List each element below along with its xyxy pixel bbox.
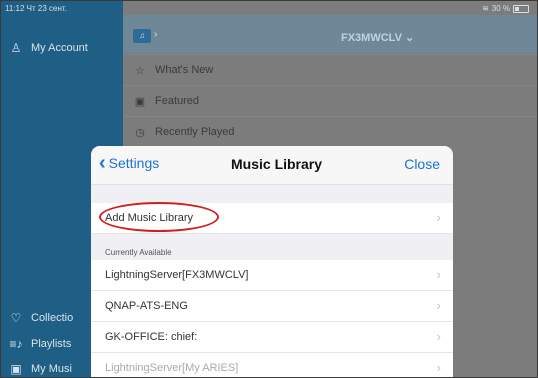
featured-icon: ▣ [134,96,146,108]
sidebar-item-label: My Account [31,42,88,54]
row-label: QNAP-ATS-ENG [105,300,188,312]
chevron-down-icon: ⌄ [404,32,415,44]
chevron-right-icon: › [436,210,441,225]
music-library-modal: ‹ Settings Music Library Close Add Music… [91,146,453,377]
modal-title: Music Library [231,156,323,172]
sidebar-item-label: Playlists [31,338,72,350]
status-bar: 11:12 Чт 23 сент. ≋ 30 % [1,1,537,15]
chevron-right-icon: › [436,329,441,344]
battery-icon [513,4,529,13]
sidebar-item-my-music[interactable]: ▣ My Musi [9,362,72,376]
sidebar-item-label: My Musi [31,363,72,375]
back-button[interactable]: ‹ Settings [99,152,159,174]
clock-icon: ◷ [135,127,145,139]
status-time: 11:12 Чт 23 сент. [5,4,67,13]
chevron-right-icon: › [436,298,441,313]
battery-percent: 30 % [491,4,510,13]
library-icon[interactable]: ♫ [133,29,151,43]
server-title[interactable]: FX3MWCLV ⌄ [341,31,414,44]
star-icon: ☆ [135,65,145,77]
library-row[interactable]: GK-OFFICE: chief: › [91,322,453,353]
person-icon: ♙ [10,41,22,55]
chevron-right-icon: › [436,360,441,375]
chevron-right-icon: › [436,267,441,282]
red-highlight-circle [99,202,219,232]
sidebar-item-my-account[interactable]: ♙ My Account [9,41,88,55]
main-header: ♫ › FX3MWCLV ⌄ [123,15,537,53]
status-right: ≋ 30 % [482,4,529,13]
menu-item-label: Featured [155,95,200,107]
menu-item-label: What's New [155,64,214,76]
playlist-icon: ≡♪ [9,337,23,351]
menu-item-label: Recently Played [155,126,235,138]
library-row[interactable]: QNAP-ATS-ENG › [91,291,453,322]
chevron-left-icon: ‹ [99,152,106,174]
menu-item-recently-played[interactable]: ◷ Recently Played [123,116,537,147]
row-label: LightningServer[My ARIES] [105,362,239,374]
menu-item-featured[interactable]: ▣ Featured [123,85,537,116]
library-row[interactable]: LightningServer[My ARIES] › [91,353,453,377]
section-header: Currently Available [91,234,453,260]
sidebar-item-collections[interactable]: ♡ Collectio [9,311,74,325]
close-button[interactable]: Close [404,156,440,172]
row-label: GK-OFFICE: chief: [105,331,198,343]
heart-icon: ♡ [10,311,22,325]
wifi-icon: ≋ [482,4,489,13]
modal-nav-bar: ‹ Settings Music Library Close [91,146,453,185]
music-icon: ▣ [10,362,22,376]
section-spacer [91,185,453,203]
sidebar-item-label: Collectio [31,312,74,324]
row-label: LightningServer[FX3MWCLV] [105,269,249,281]
library-row[interactable]: LightningServer[FX3MWCLV] › [91,260,453,291]
menu-item-whats-new[interactable]: ☆ What's New [123,54,537,85]
chevron-right-icon: › [154,29,158,40]
sidebar-item-playlists[interactable]: ≡♪ Playlists [9,337,71,351]
app-window: 11:12 Чт 23 сент. ≋ 30 % ♙ My Account ♡ … [0,0,538,378]
